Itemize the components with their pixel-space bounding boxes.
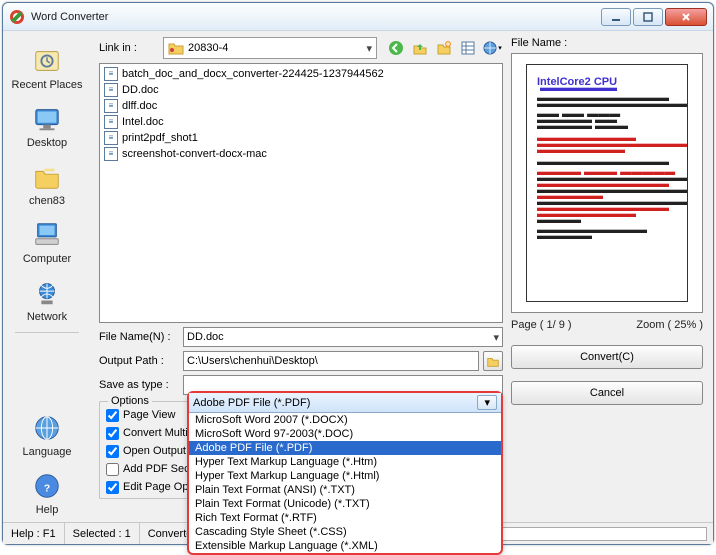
svg-text:?: ? [44,484,50,495]
caret-down-icon: ▾ [366,42,372,55]
places-sidebar: Recent Places Desktop chen83 Computer Ne… [3,37,91,520]
dropdown-option[interactable]: Hyper Text Markup Language (*.Html) [189,469,501,483]
cancel-button[interactable]: Cancel [511,381,703,405]
close-button[interactable] [665,8,707,26]
file-item[interactable]: ≡dlff.doc [104,98,498,114]
app-icon [9,9,25,25]
doc-icon: ≡ [104,67,118,81]
save-as-type-label: Save as type : [99,379,179,391]
file-list[interactable]: ≡batch_doc_and_docx_converter-224425-123… [99,63,503,323]
convert-button[interactable]: Convert(C) [511,345,703,369]
dropdown-option[interactable]: Adobe PDF File (*.PDF) [189,441,501,455]
caret-down-icon: ▾ [477,395,497,410]
doc-icon: ≡ [104,83,118,97]
user-folder-icon [31,161,63,193]
zoom-info: Zoom ( 25% ) [636,319,703,331]
folder-icon [168,40,184,56]
sidebar-item-computer[interactable]: Computer [9,215,85,269]
window-title: Word Converter [31,11,599,23]
dropdown-option[interactable]: Plain Text Format (Unicode) (*.TXT) [189,497,501,511]
file-item[interactable]: ≡Intel.doc [104,114,498,130]
sidebar-item-recent[interactable]: Recent Places [9,41,85,95]
file-name-input[interactable]: DD.doc▾ [183,327,503,347]
file-item[interactable]: ≡print2pdf_shot1 [104,130,498,146]
folder-open-icon [486,354,500,368]
app-window: Word Converter Recent Places Desktop che… [2,2,714,545]
open-output-checkbox[interactable] [106,445,119,458]
help-icon: ? [31,470,63,502]
caret-down-icon: ▾ [493,331,499,344]
convert-multi-checkbox[interactable] [106,427,119,440]
up-folder-button[interactable] [409,37,431,59]
dropdown-option[interactable]: Cascading Style Sheet (*.CSS) [189,525,501,539]
preview-panel: IntelCore2 CPU ▬▬▬▬▬▬▬ ▬▬▬▬▬▬▬▬▬▬▬▬ ▬▬▬▬… [511,53,703,313]
view-web-button[interactable]: ▾ [481,37,503,59]
folder-path-combo[interactable]: 20830-4 ▾ [163,37,377,59]
output-path-input[interactable]: C:\Users\chenhui\Desktop\ [183,351,479,371]
status-selected: Selected : 1 [65,523,140,544]
file-name-label: File Name(N) : [99,331,179,343]
desktop-icon [31,103,63,135]
view-list-button[interactable] [457,37,479,59]
sidebar-item-user[interactable]: chen83 [9,157,85,211]
computer-icon [31,219,63,251]
sidebar-item-desktop[interactable]: Desktop [9,99,85,153]
save-as-type-dropdown[interactable]: Adobe PDF File (*.PDF)▾ MicroSoft Word 2… [187,391,503,555]
file-item[interactable]: ≡screenshot-convert-docx-mac [104,146,498,162]
new-folder-button[interactable] [433,37,455,59]
minimize-button[interactable] [601,8,631,26]
page-info: Page ( 1/ 9 ) [511,319,572,331]
doc-icon: ≡ [104,115,118,129]
sidebar-item-help[interactable]: ? Help [9,466,85,520]
doc-icon: ≡ [104,131,118,145]
back-button[interactable] [385,37,407,59]
dropdown-option[interactable]: Extensible Markup Language (*.XML) [189,539,501,553]
file-item[interactable]: ≡DD.doc [104,82,498,98]
dropdown-option[interactable]: MicroSoft Word 97-2003(*.DOC) [189,427,501,441]
recent-icon [31,45,63,77]
dropdown-current[interactable]: Adobe PDF File (*.PDF)▾ [189,393,501,413]
language-icon [31,412,63,444]
doc-icon: ≡ [104,99,118,113]
dropdown-option[interactable]: Hyper Text Markup Language (*.Htm) [189,455,501,469]
output-path-label: Output Path : [99,355,179,367]
dropdown-option[interactable]: Plain Text Format (ANSI) (*.TXT) [189,483,501,497]
sidebar-item-network[interactable]: Network [9,273,85,327]
file-item[interactable]: ≡batch_doc_and_docx_converter-224425-123… [104,66,498,82]
link-in-label: Link in : [99,42,159,54]
dropdown-option[interactable]: Rich Text Format (*.RTF) [189,511,501,525]
edit-page-opt-checkbox[interactable] [106,481,119,494]
status-help: Help : F1 [3,523,65,544]
titlebar[interactable]: Word Converter [3,3,713,31]
browse-output-button[interactable] [483,351,503,371]
file-name-panel-label: File Name : [511,37,703,49]
preview-page: IntelCore2 CPU ▬▬▬▬▬▬▬ ▬▬▬▬▬▬▬▬▬▬▬▬ ▬▬▬▬… [526,64,688,302]
sidebar-item-language[interactable]: Language [9,408,85,462]
add-pdf-secu-checkbox[interactable] [106,463,119,476]
page-view-checkbox[interactable] [106,409,119,422]
doc-icon: ≡ [104,147,118,161]
dropdown-option[interactable]: MicroSoft Word 2007 (*.DOCX) [189,413,501,427]
network-icon [31,277,63,309]
maximize-button[interactable] [633,8,663,26]
